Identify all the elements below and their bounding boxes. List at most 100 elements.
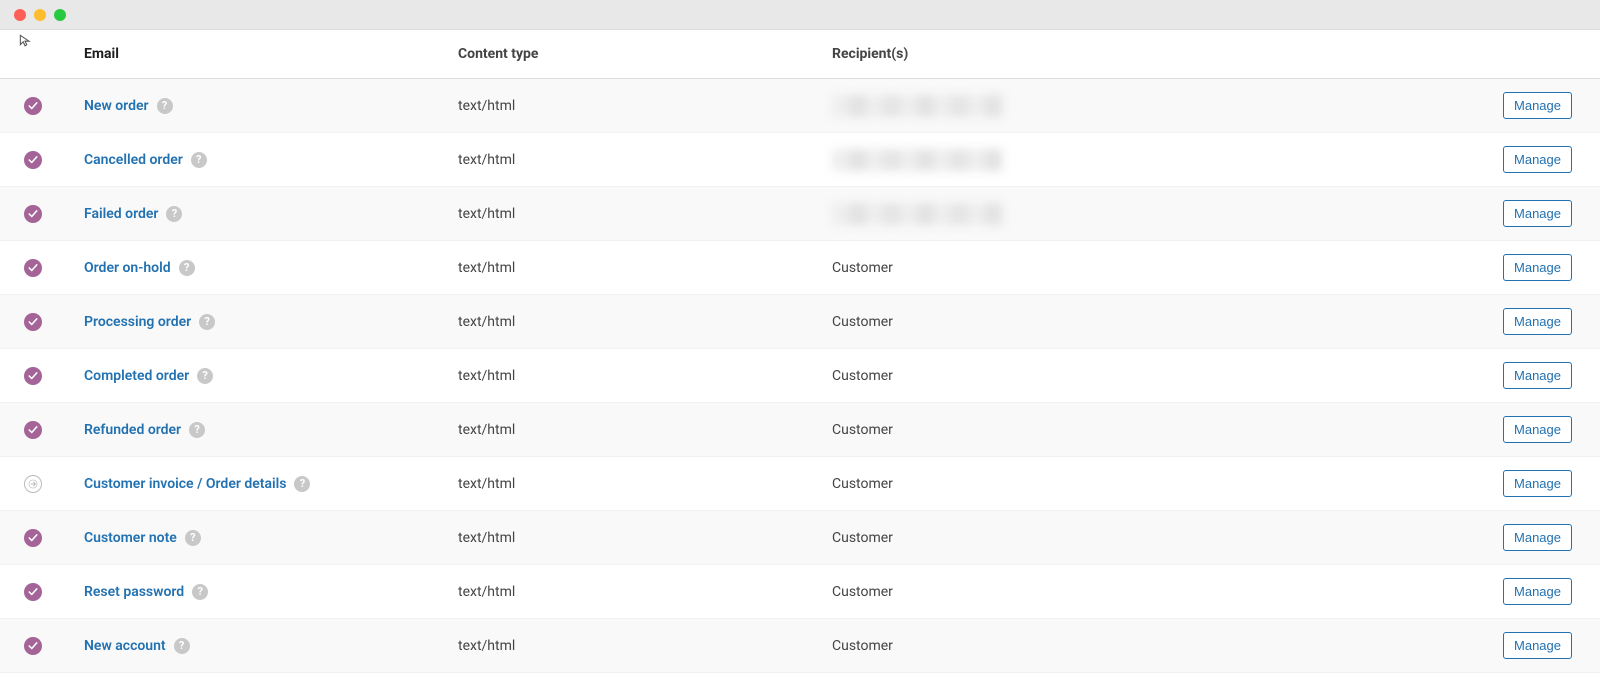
table-row: Customer invoice / Order details?text/ht… xyxy=(0,457,1600,511)
status-cell xyxy=(24,205,84,223)
table-row: Customer note?text/htmlCustomerManage xyxy=(0,511,1600,565)
email-name-link[interactable]: Customer note xyxy=(84,530,177,546)
content-type-cell: text/html xyxy=(458,314,832,330)
action-cell: Manage xyxy=(1482,362,1572,389)
email-cell: Customer invoice / Order details? xyxy=(84,476,458,492)
status-enabled-icon[interactable] xyxy=(24,367,42,385)
manage-button[interactable]: Manage xyxy=(1503,632,1572,659)
action-cell: Manage xyxy=(1482,200,1572,227)
recipient-cell: Customer xyxy=(832,368,1482,384)
manage-button[interactable]: Manage xyxy=(1503,146,1572,173)
manage-button[interactable]: Manage xyxy=(1503,470,1572,497)
email-cell: New account? xyxy=(84,638,458,654)
help-icon[interactable]: ? xyxy=(157,98,173,114)
status-enabled-icon[interactable] xyxy=(24,637,42,655)
help-icon[interactable]: ? xyxy=(192,584,208,600)
help-icon[interactable]: ? xyxy=(191,152,207,168)
header-content-type: Content type xyxy=(458,46,832,62)
status-enabled-icon[interactable] xyxy=(24,97,42,115)
email-cell: Order on-hold? xyxy=(84,260,458,276)
manage-button[interactable]: Manage xyxy=(1503,92,1572,119)
recipient-cell: Customer xyxy=(832,638,1482,654)
email-name-link[interactable]: Completed order xyxy=(84,368,189,384)
help-icon[interactable]: ? xyxy=(174,638,190,654)
help-icon[interactable]: ? xyxy=(197,368,213,384)
action-cell: Manage xyxy=(1482,308,1572,335)
action-cell: Manage xyxy=(1482,92,1572,119)
email-settings-table: Email Content type Recipient(s) New orde… xyxy=(0,30,1600,673)
content-type-cell: text/html xyxy=(458,422,832,438)
manage-button[interactable]: Manage xyxy=(1503,362,1572,389)
status-enabled-icon[interactable] xyxy=(24,205,42,223)
action-cell: Manage xyxy=(1482,146,1572,173)
content-type-cell: text/html xyxy=(458,152,832,168)
action-cell: Manage xyxy=(1482,470,1572,497)
email-name-link[interactable]: Cancelled order xyxy=(84,152,183,168)
recipient-cell: Customer xyxy=(832,476,1482,492)
table-row: Completed order?text/htmlCustomerManage xyxy=(0,349,1600,403)
email-cell: Customer note? xyxy=(84,530,458,546)
status-enabled-icon[interactable] xyxy=(24,313,42,331)
status-cell xyxy=(24,637,84,655)
content-type-cell: text/html xyxy=(458,530,832,546)
status-enabled-icon[interactable] xyxy=(24,529,42,547)
status-cell xyxy=(24,151,84,169)
email-name-link[interactable]: New account xyxy=(84,638,166,654)
manage-button[interactable]: Manage xyxy=(1503,416,1572,443)
table-row: Processing order?text/htmlCustomerManage xyxy=(0,295,1600,349)
manage-button[interactable]: Manage xyxy=(1503,200,1572,227)
email-name-link[interactable]: Refunded order xyxy=(84,422,181,438)
status-cell xyxy=(24,97,84,115)
email-name-link[interactable]: Reset password xyxy=(84,584,184,600)
window-close-button[interactable] xyxy=(14,9,26,21)
status-cell xyxy=(24,583,84,601)
status-enabled-icon[interactable] xyxy=(24,151,42,169)
status-cell xyxy=(24,367,84,385)
action-cell: Manage xyxy=(1482,632,1572,659)
status-manual-icon[interactable] xyxy=(24,475,42,493)
help-icon[interactable]: ? xyxy=(179,260,195,276)
manage-button[interactable]: Manage xyxy=(1503,578,1572,605)
status-enabled-icon[interactable] xyxy=(24,421,42,439)
manage-button[interactable]: Manage xyxy=(1503,308,1572,335)
status-enabled-icon[interactable] xyxy=(24,583,42,601)
table-row: Failed order?text/htmlManage xyxy=(0,187,1600,241)
status-cell xyxy=(24,313,84,331)
redacted-recipient xyxy=(832,203,1002,225)
email-cell: Processing order? xyxy=(84,314,458,330)
header-email: Email xyxy=(84,46,458,62)
cursor-icon xyxy=(18,33,32,47)
manage-button[interactable]: Manage xyxy=(1503,524,1572,551)
help-icon[interactable]: ? xyxy=(199,314,215,330)
window-minimize-button[interactable] xyxy=(34,9,46,21)
email-cell: Refunded order? xyxy=(84,422,458,438)
email-cell: Cancelled order? xyxy=(84,152,458,168)
content-type-cell: text/html xyxy=(458,638,832,654)
email-name-link[interactable]: New order xyxy=(84,98,149,114)
email-name-link[interactable]: Order on-hold xyxy=(84,260,171,276)
recipient-cell xyxy=(832,149,1482,171)
table-row: Cancelled order?text/htmlManage xyxy=(0,133,1600,187)
status-enabled-icon[interactable] xyxy=(24,259,42,277)
recipient-cell: Customer xyxy=(832,530,1482,546)
redacted-recipient xyxy=(832,95,1002,117)
content-type-cell: text/html xyxy=(458,260,832,276)
table-row: New order?text/htmlManage xyxy=(0,79,1600,133)
email-cell: New order? xyxy=(84,98,458,114)
help-icon[interactable]: ? xyxy=(166,206,182,222)
email-name-link[interactable]: Customer invoice / Order details xyxy=(84,476,286,492)
status-cell xyxy=(24,529,84,547)
header-recipients: Recipient(s) xyxy=(832,46,1482,62)
content-type-cell: text/html xyxy=(458,584,832,600)
table-row: Refunded order?text/htmlCustomerManage xyxy=(0,403,1600,457)
email-cell: Failed order? xyxy=(84,206,458,222)
email-name-link[interactable]: Failed order xyxy=(84,206,158,222)
manage-button[interactable]: Manage xyxy=(1503,254,1572,281)
email-name-link[interactable]: Processing order xyxy=(84,314,191,330)
help-icon[interactable]: ? xyxy=(185,530,201,546)
action-cell: Manage xyxy=(1482,524,1572,551)
recipient-cell xyxy=(832,95,1482,117)
window-maximize-button[interactable] xyxy=(54,9,66,21)
help-icon[interactable]: ? xyxy=(294,476,310,492)
help-icon[interactable]: ? xyxy=(189,422,205,438)
